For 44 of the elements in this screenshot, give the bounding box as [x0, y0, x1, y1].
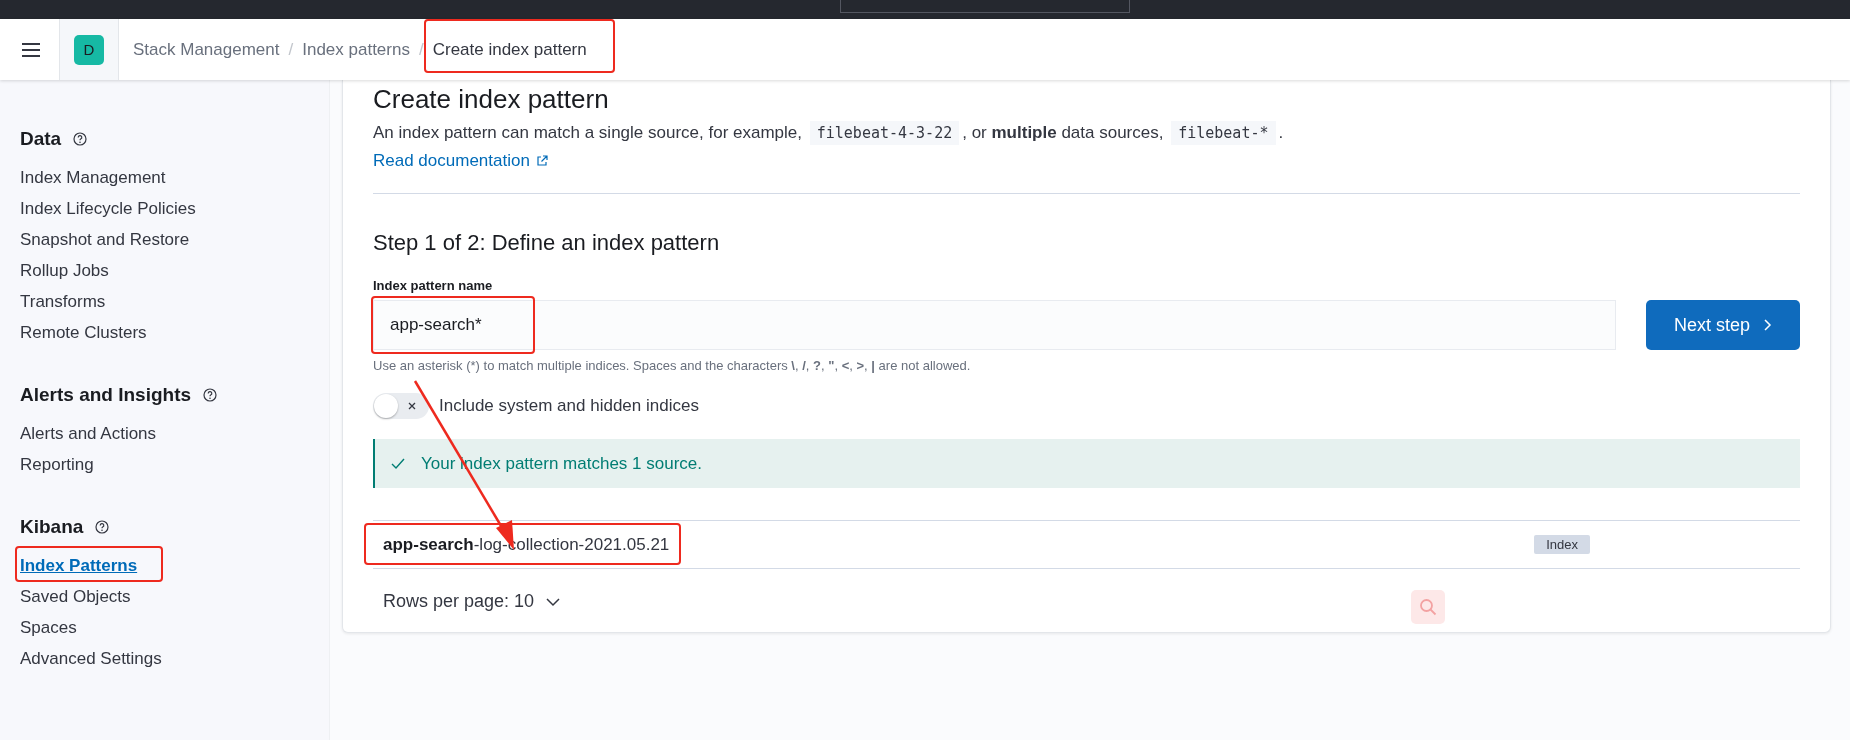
external-link-icon [535, 155, 548, 167]
documentation-link[interactable]: Read documentation [373, 151, 548, 171]
sidebar-item[interactable]: Index Management [20, 167, 166, 187]
sidebar-item[interactable]: Reporting [20, 454, 94, 474]
help-text: Use an asterisk (*) to match multiple indices. Spaces and the characters \, /, ?, ", <, >, | are not allowed. [373, 358, 972, 373]
help-icon[interactable] [73, 132, 88, 146]
sidebar-item[interactable]: Index Patterns [20, 555, 138, 575]
sidebar-item[interactable]: Remote Clusters [20, 322, 147, 342]
chevron-right-icon [1762, 318, 1772, 332]
section-title: Data [20, 128, 62, 150]
index-pattern-input[interactable]: app-search* [373, 300, 1616, 350]
next-step-button[interactable]: Next step [1646, 300, 1800, 350]
breadcrumb-separator: / [418, 39, 424, 60]
menu-icon[interactable] [21, 41, 41, 58]
search-field[interactable] [840, 0, 1130, 13]
space-avatar[interactable]: D [74, 34, 104, 65]
space-selector[interactable]: D [59, 19, 119, 80]
sidebar-item[interactable]: Snapshot and Restore [20, 229, 190, 249]
breadcrumb-link[interactable]: Create index pattern [432, 39, 587, 59]
page-title: Create index pattern [373, 84, 610, 115]
step-title: Step 1 of 2: Define an index pattern [373, 230, 721, 256]
index-badge: Index [1534, 535, 1590, 554]
toggle-label: Include system and hidden indices [439, 396, 699, 416]
breadcrumb-separator: / [288, 39, 294, 60]
help-icon[interactable] [95, 520, 110, 534]
field-label: Index pattern name [373, 278, 494, 293]
sidebar-item[interactable]: Spaces [20, 617, 77, 637]
sidebar-item[interactable]: Rollup Jobs [20, 260, 109, 280]
intro-text: An index pattern can match a single source, for example, filebeat-4-3-22 , or multiple data sources, filebeat-* . [373, 119, 1800, 147]
section-title: Kibana [20, 516, 84, 538]
sidebar-item[interactable]: Alerts and Actions [20, 423, 157, 443]
check-icon [391, 457, 405, 470]
sidebar-item[interactable]: Advanced Settings [20, 648, 162, 668]
help-icon[interactable] [203, 388, 218, 402]
section-title: Alerts and Insights [20, 384, 192, 406]
sidebar-item[interactable]: Saved Objects [20, 586, 131, 606]
sidebar-item[interactable]: Transforms [20, 291, 106, 311]
rows-per-page-button[interactable]: Rows per page: 10 [383, 591, 561, 612]
cross-icon [407, 401, 417, 411]
breadcrumb-link[interactable]: Stack Management [133, 39, 280, 59]
chevron-down-icon [546, 596, 561, 607]
breadcrumb-link[interactable]: Index patterns [302, 39, 410, 59]
sidebar-item[interactable]: Index Lifecycle Policies [20, 198, 196, 218]
toggle-switch[interactable] [373, 393, 429, 419]
